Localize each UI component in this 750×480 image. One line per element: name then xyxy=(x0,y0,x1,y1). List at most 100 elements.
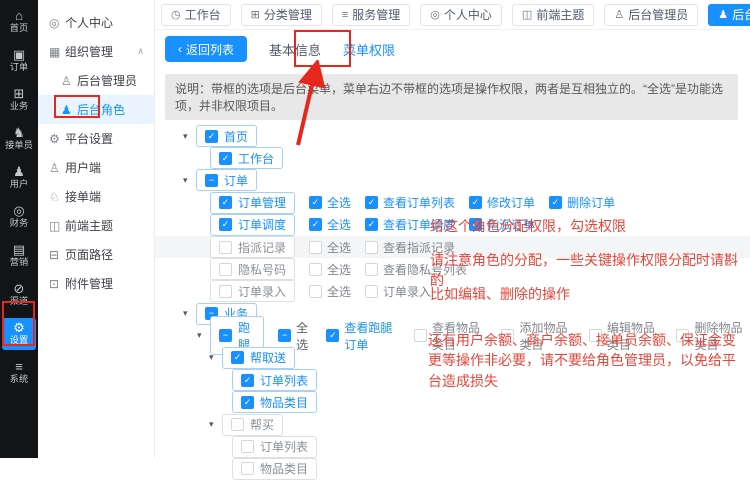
tree-row: ✓物品类目 xyxy=(155,391,750,413)
tree-node-首页[interactable]: ✓ 首页 xyxy=(196,125,257,147)
permission-option-label: 查看指派记录 xyxy=(383,239,455,256)
rail-item-系统[interactable]: ≡系统 xyxy=(2,357,36,389)
permission-option-查看订单列表[interactable]: ✓查看订单列表 xyxy=(365,194,455,211)
tree-node-帮买[interactable]: 帮买 xyxy=(222,414,283,436)
permission-option-全选[interactable]: ✓全选 xyxy=(309,216,351,233)
rail-item-营销[interactable]: ▤营销 xyxy=(2,240,36,272)
secondary-nav: ◎个人中心▦组织管理∧♙后台管理员♟后台角色⚙平台设置♙用户端♘接单端◫前端主题… xyxy=(38,0,155,458)
caret-down-icon[interactable]: ▾ xyxy=(197,330,210,341)
sidebar-item-前端主题[interactable]: ◫前端主题 xyxy=(38,211,154,240)
permission-option-编辑物品类目[interactable]: 编辑物品类目 xyxy=(589,319,663,353)
checkbox-checked-icon: ✓ xyxy=(205,130,218,143)
caret-down-icon[interactable]: ▾ xyxy=(209,352,222,363)
caret-down-icon[interactable]: ▾ xyxy=(183,131,196,142)
permission-option-全选[interactable]: 全选 xyxy=(309,261,351,278)
permission-option-指派订单[interactable]: ✓指派订单 xyxy=(469,216,535,233)
sidebar-item-后台管理员[interactable]: ♙后台管理员 xyxy=(38,66,154,95)
permission-option-修改订单[interactable]: ✓修改订单 xyxy=(469,194,535,211)
tree-row: ✓订单列表 xyxy=(155,369,750,391)
subtab-菜单权限[interactable]: 菜单权限 xyxy=(343,43,395,58)
checkbox-un-icon xyxy=(241,462,254,475)
tree-node-物品类目[interactable]: ✓物品类目 xyxy=(232,391,317,413)
permission-option-查看订单调度[interactable]: ✓查看订单调度 xyxy=(365,216,455,233)
permission-option-查看物品类目[interactable]: 查看物品类目 xyxy=(414,319,488,353)
sidebar-item-平台设置[interactable]: ⚙平台设置 xyxy=(38,124,154,153)
tab-label: 后台角色 xyxy=(732,6,750,23)
checkbox-checked-icon: ✓ xyxy=(469,196,482,209)
rail-item-渠道[interactable]: ⊘渠道 xyxy=(2,279,36,311)
rail-item-label: 营销 xyxy=(10,257,28,268)
chevron-up-icon[interactable]: ∧ xyxy=(137,46,144,57)
orders-icon: ▣ xyxy=(13,48,25,62)
tab-前端主题[interactable]: ◫前端主题 xyxy=(512,4,594,26)
caret-down-icon[interactable]: ▾ xyxy=(209,419,222,430)
user-client-icon: ♙ xyxy=(49,161,65,175)
permission-option-添加物品类目[interactable]: 添加物品类目 xyxy=(501,319,575,353)
tree-node-物品类目[interactable]: 物品类目 xyxy=(232,458,317,480)
permission-option-删除订单[interactable]: ✓删除订单 xyxy=(549,194,615,211)
tree-node-订单录入[interactable]: 订单录入 xyxy=(210,280,295,302)
permission-options: −全选✓查看跑腿订单查看物品类目添加物品类目编辑物品类目删除物品类目 xyxy=(278,319,750,353)
checkbox-checked-icon: ✓ xyxy=(219,218,232,231)
permission-option-全选[interactable]: 全选 xyxy=(309,283,351,300)
sidebar-item-附件管理[interactable]: ⊡附件管理 xyxy=(38,269,154,298)
caret-down-icon[interactable]: ▾ xyxy=(183,308,196,319)
back-to-list-button[interactable]: ‹ 返回列表 xyxy=(165,36,247,62)
checkbox-checked-icon: ✓ xyxy=(365,218,378,231)
tab-工作台[interactable]: ◷工作台 xyxy=(161,4,231,26)
rail-item-订单[interactable]: ▣订单 xyxy=(2,45,36,77)
role-icon: ♟ xyxy=(718,8,728,21)
permission-option-全选[interactable]: ✓全选 xyxy=(309,194,351,211)
tab-分类管理[interactable]: ⊞分类管理 xyxy=(241,4,322,26)
tree-row: 物品类目 xyxy=(155,458,750,480)
tree-node-指派记录[interactable]: 指派记录 xyxy=(210,236,295,258)
checkbox-checked-icon: ✓ xyxy=(231,351,244,364)
permission-tree: ▾✓首页✓工作台▾−订单✓订单管理✓全选✓查看订单列表✓修改订单✓删除订单✓订单… xyxy=(155,125,750,480)
rail-item-接单员[interactable]: ♞接单员 xyxy=(2,123,36,155)
tree-node-订单[interactable]: −订单 xyxy=(196,169,257,191)
permission-option-查看跑腿订单[interactable]: ✓查看跑腿订单 xyxy=(326,319,400,353)
tree-node-订单列表[interactable]: ✓订单列表 xyxy=(232,369,317,391)
rail-item-首页[interactable]: ⌂首页 xyxy=(2,6,36,38)
tree-node-订单调度[interactable]: ✓订单调度 xyxy=(210,214,295,236)
tree-node-订单列表[interactable]: 订单列表 xyxy=(232,436,317,458)
tree-node-label: 首页 xyxy=(224,128,248,145)
tree-node-label: 指派记录 xyxy=(238,239,286,256)
caret-down-icon[interactable]: ▾ xyxy=(183,175,196,186)
sidebar-item-组织管理[interactable]: ▦组织管理∧ xyxy=(38,37,154,66)
rail-item-设置[interactable]: ⚙设置 xyxy=(2,318,36,350)
workbench-icon: ◷ xyxy=(171,8,181,21)
rail-item-业务[interactable]: ⊞业务 xyxy=(2,84,36,116)
rail-item-财务[interactable]: ◎财务 xyxy=(2,201,36,233)
permission-option-查看隐私号列表[interactable]: 查看隐私号列表 xyxy=(365,261,467,278)
tree-node-隐私号码[interactable]: 隐私号码 xyxy=(210,258,295,280)
permission-option-删除物品类目[interactable]: 删除物品类目 xyxy=(676,319,750,353)
tree-node-订单管理[interactable]: ✓订单管理 xyxy=(210,192,295,214)
profile-icon: ◎ xyxy=(49,16,65,30)
tree-node-帮取送[interactable]: ✓帮取送 xyxy=(222,347,295,369)
sidebar-item-接单端[interactable]: ♘接单端 xyxy=(38,182,154,211)
chevron-left-icon: ‹ xyxy=(178,42,182,56)
tab-个人中心[interactable]: ◎个人中心 xyxy=(420,4,502,26)
theme-icon: ◫ xyxy=(522,8,532,21)
business-icon: ⊞ xyxy=(14,87,25,101)
sidebar-item-页面路径[interactable]: ⊟页面路径 xyxy=(38,240,154,269)
sidebar-item-label: 个人中心 xyxy=(65,14,113,31)
permission-option-查看指派记录[interactable]: 查看指派记录 xyxy=(365,239,455,256)
tab-后台管理员[interactable]: ♙后台管理员 xyxy=(604,4,698,26)
permission-option-全选[interactable]: 全选 xyxy=(309,239,351,256)
permission-option-订单录入[interactable]: 订单录入 xyxy=(365,283,431,300)
tab-后台角色[interactable]: ♟后台角色× xyxy=(708,4,750,26)
tab-服务管理[interactable]: ≡服务管理 xyxy=(332,4,410,26)
sidebar-item-用户端[interactable]: ♙用户端 xyxy=(38,153,154,182)
rail-item-用户[interactable]: ♟用户 xyxy=(2,162,36,194)
tree-node-label: 订单管理 xyxy=(238,194,286,211)
permission-option-label: 订单录入 xyxy=(383,283,431,300)
tree-row: ✓工作台 xyxy=(155,147,750,169)
tree-node-工作台[interactable]: ✓工作台 xyxy=(210,147,283,169)
sidebar-item-后台角色[interactable]: ♟后台角色 xyxy=(38,95,154,124)
sidebar-item-个人中心[interactable]: ◎个人中心 xyxy=(38,8,154,37)
subtab-基本信息[interactable]: 基本信息 xyxy=(269,43,321,58)
sidebar-item-label: 附件管理 xyxy=(65,275,113,292)
checkbox-checked-icon: ✓ xyxy=(326,329,339,342)
